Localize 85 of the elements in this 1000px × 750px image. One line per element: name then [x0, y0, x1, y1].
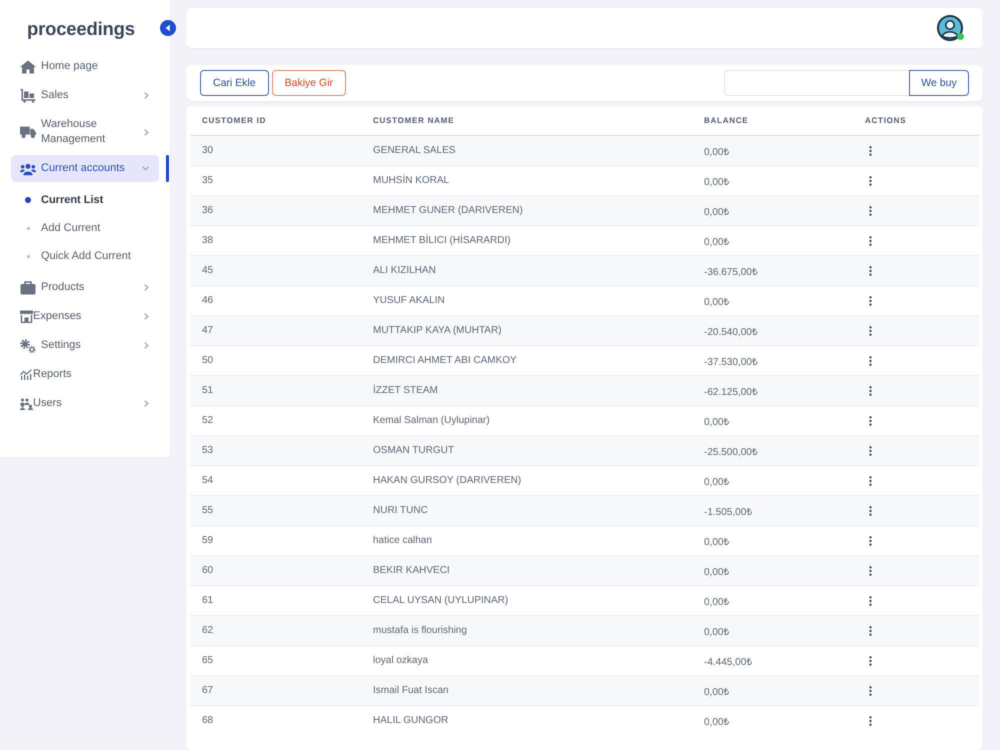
submenu-item[interactable]: Add Current — [11, 215, 159, 241]
submenu-item[interactable]: Current List — [11, 187, 159, 213]
table-cell: 67 — [190, 676, 361, 706]
collapse-icon[interactable] — [160, 20, 176, 36]
nav-item[interactable]: Users — [11, 390, 159, 417]
table-cell: -36.675,00₺ — [692, 256, 853, 286]
nav-item[interactable]: Reports — [11, 361, 159, 388]
active-indicator — [166, 155, 169, 182]
more-icon[interactable] — [869, 536, 872, 546]
table-cell: MUTTAKIP KAYA (MUHTAR) — [361, 316, 692, 346]
table-cell: 62 — [190, 616, 361, 646]
logo-text: proceedings — [27, 18, 135, 40]
table-cell: -25.500,00₺ — [692, 436, 853, 466]
table-cell: 0,00₺ — [692, 136, 853, 166]
store-icon — [20, 310, 33, 323]
table-cell: BEKIR KAHVECI — [361, 556, 692, 586]
more-icon[interactable] — [869, 176, 872, 186]
action-button[interactable]: Cari Ekle — [200, 70, 269, 96]
more-icon[interactable] — [869, 266, 872, 276]
table-cell: mustafa is flourishing — [361, 616, 692, 646]
table-cell: 0,00₺ — [692, 676, 853, 706]
table-cell: 55 — [190, 496, 361, 526]
line-chart-icon — [20, 369, 32, 380]
table-cell: -1.505,00₺ — [692, 496, 853, 526]
table-cell: Ismail Fuat Iscan — [361, 676, 692, 706]
table-cell: NURI TUNC — [361, 496, 692, 526]
people-icon — [20, 162, 36, 176]
more-icon[interactable] — [869, 596, 872, 606]
table-cell: 68 — [190, 706, 361, 736]
more-icon[interactable] — [869, 296, 872, 306]
table-cell: MEHMET GUNER (DARIVEREN) — [361, 196, 692, 226]
search-field[interactable] — [724, 70, 909, 96]
table-cell: 51 — [190, 376, 361, 406]
table-cell: -20.540,00₺ — [692, 316, 853, 346]
nav-item[interactable]: Settings — [11, 332, 159, 359]
home-icon — [20, 60, 36, 74]
more-icon[interactable] — [869, 146, 872, 156]
action-button[interactable]: Bakiye Gir — [272, 70, 346, 96]
briefcase-icon — [20, 280, 36, 294]
submenu-item[interactable]: Quick Add Current — [11, 243, 159, 269]
more-icon[interactable] — [869, 326, 872, 336]
more-icon[interactable] — [869, 236, 872, 246]
more-icon[interactable] — [869, 506, 872, 516]
users-icon — [20, 398, 33, 410]
table-cell: 60 — [190, 556, 361, 586]
bullet-icon — [26, 254, 30, 258]
table-cell: 0,00₺ — [692, 556, 853, 586]
nav-item[interactable]: Products — [11, 274, 159, 301]
more-icon[interactable] — [869, 626, 872, 636]
cart-icon — [20, 88, 36, 102]
table-cell: 45 — [190, 256, 361, 286]
gears-icon — [20, 338, 36, 352]
more-icon[interactable] — [869, 716, 872, 726]
more-icon[interactable] — [869, 386, 872, 396]
table-cell: 47 — [190, 316, 361, 346]
nav-item[interactable]: Sales — [11, 82, 159, 109]
bullet-icon — [25, 197, 31, 203]
table-cell: OSMAN TURGUT — [361, 436, 692, 466]
nav-item[interactable]: Expenses — [11, 303, 159, 330]
more-icon[interactable] — [869, 206, 872, 216]
truck-icon — [20, 125, 36, 139]
more-icon[interactable] — [869, 416, 872, 426]
more-icon[interactable] — [869, 686, 872, 696]
avatar-icon[interactable] — [937, 15, 963, 41]
table-cell: 53 — [190, 436, 361, 466]
table-cell: 0,00₺ — [692, 616, 853, 646]
table-cell: -62.125,00₺ — [692, 376, 853, 406]
more-icon[interactable] — [869, 656, 872, 666]
table-cell: 30 — [190, 136, 361, 166]
more-icon[interactable] — [869, 476, 872, 486]
table-cell: 0,00₺ — [692, 706, 853, 736]
table-cell: 0,00₺ — [692, 196, 853, 226]
more-icon[interactable] — [869, 446, 872, 456]
table-cell: 36 — [190, 196, 361, 226]
table-cell: GENERAL SALES — [361, 136, 692, 166]
nav-item[interactable]: Warehouse Management — [11, 111, 159, 153]
bullet-icon — [26, 226, 30, 230]
more-icon[interactable] — [869, 566, 872, 576]
table-cell: İZZET STEAM — [361, 376, 692, 406]
more-icon[interactable] — [869, 356, 872, 366]
nav-item[interactable]: Current accounts — [11, 155, 159, 182]
table-cell: ALI KIZILHAN — [361, 256, 692, 286]
table-cell: HALIL GUNGOR — [361, 706, 692, 736]
nav-item[interactable]: Home page — [11, 53, 159, 80]
search-button[interactable]: We buy — [909, 70, 969, 96]
